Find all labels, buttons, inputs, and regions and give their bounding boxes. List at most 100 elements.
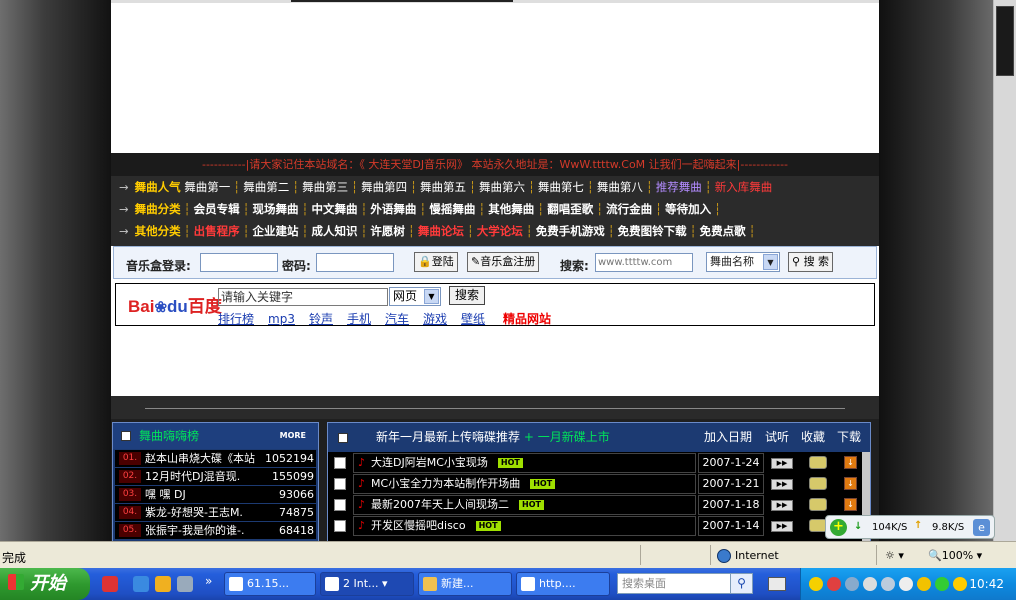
song-title[interactable]: 最新2007年天上人间现场二 <box>371 498 509 511</box>
nav-link[interactable]: 舞曲第三 <box>302 180 348 194</box>
nav-link[interactable]: 现场舞曲 <box>253 202 299 216</box>
zoom-level[interactable]: 🔍100% ▾ <box>928 549 982 562</box>
baidu-query-input[interactable]: 请输入关键字 <box>218 288 388 306</box>
scrollbar-thumb[interactable] <box>996 6 1014 76</box>
ie-icon[interactable]: e <box>973 519 990 536</box>
baidu-scope-select[interactable]: 网页 ▼ <box>389 287 441 306</box>
nav-link-new[interactable]: 新入库舞曲 <box>715 180 773 194</box>
song-title[interactable]: 12月时代DJ混音现. <box>145 468 257 485</box>
song-title[interactable]: 紫龙-好想哭-王志M. <box>145 504 257 521</box>
download-icon[interactable]: ↓ <box>844 477 857 490</box>
qq-icon[interactable] <box>809 577 823 591</box>
row-checkbox[interactable] <box>334 457 346 469</box>
nav-link[interactable]: 流行金曲 <box>606 202 652 216</box>
baidu-link[interactable]: 汽车 <box>385 312 409 326</box>
browser-scrollbar[interactable] <box>993 0 1016 541</box>
volume-icon[interactable] <box>881 577 895 591</box>
row-checkbox[interactable] <box>334 520 346 532</box>
nav-link-recommended[interactable]: 推荐舞曲 <box>656 180 702 194</box>
tray-app-icon[interactable] <box>953 577 967 591</box>
quicklaunch-desktop-icon[interactable] <box>177 576 193 592</box>
listen-icon[interactable]: ▶▶ <box>771 500 793 511</box>
favorite-icon[interactable] <box>809 477 827 490</box>
nav-link[interactable]: 大学论坛 <box>477 224 523 238</box>
baidu-link[interactable]: 壁纸 <box>461 312 485 326</box>
password-input[interactable] <box>316 253 394 272</box>
tray-app-icon[interactable] <box>863 577 877 591</box>
plus-icon[interactable]: + <box>830 519 847 536</box>
download-icon[interactable]: ↓ <box>844 456 857 469</box>
tray-app-icon[interactable] <box>899 577 913 591</box>
nav-link[interactable]: 舞曲第五 <box>420 180 466 194</box>
more-link[interactable]: MORE <box>280 423 306 449</box>
song-cell[interactable]: ♪ MC小宝全力为本站制作开场曲 HOT <box>353 474 696 494</box>
task-button-1[interactable]: 61.15... <box>224 572 316 596</box>
quicklaunch-ie-icon[interactable] <box>133 576 149 592</box>
nav-link[interactable]: 翻唱歪歌 <box>547 202 593 216</box>
nav-link[interactable]: 许愿树 <box>370 224 405 238</box>
listen-icon[interactable]: ▶▶ <box>771 458 793 469</box>
baidu-link-featured[interactable]: 精品网站 <box>503 312 551 326</box>
nav-link[interactable]: 舞曲论坛 <box>418 224 464 238</box>
song-cell[interactable]: ♪ 大连DJ阿岩MC小宝现场 HOT <box>353 453 696 473</box>
keyboard-icon[interactable] <box>768 577 786 591</box>
nav-link[interactable]: 其他舞曲 <box>488 202 534 216</box>
song-cell[interactable]: ♪ 开发区慢摇吧disco HOT <box>353 516 696 536</box>
nav-link[interactable]: 中文舞曲 <box>311 202 357 216</box>
nav-link[interactable]: 等待加入 <box>665 202 711 216</box>
list-item[interactable]: 04. 紫龙-好想哭-王志M. 74875 <box>115 504 316 521</box>
nav-link[interactable]: 免费图铃下载 <box>618 224 687 238</box>
start-button[interactable]: 开始 <box>0 568 90 600</box>
song-search-input[interactable] <box>595 253 693 272</box>
nav-link[interactable]: 成人知识 <box>311 224 357 238</box>
nav-category-other[interactable]: 其他分类 <box>135 224 181 238</box>
nav-link[interactable]: 舞曲第二 <box>243 180 289 194</box>
nav-link[interactable]: 舞曲第一 <box>184 180 230 194</box>
baidu-link[interactable]: 铃声 <box>309 312 333 326</box>
nav-category-popular[interactable]: 舞曲人气 <box>135 180 181 194</box>
listen-icon[interactable]: ▶▶ <box>771 521 793 532</box>
song-title[interactable]: MC小宝全力为本站制作开场曲 <box>371 477 520 490</box>
list-item[interactable]: 05. 张振宇-我是你的谁-. 68418 <box>115 522 316 539</box>
song-cell[interactable]: ♪ 最新2007年天上人间现场二 HOT <box>353 495 696 515</box>
username-input[interactable] <box>200 253 278 272</box>
nav-link[interactable]: 免费手机游戏 <box>536 224 605 238</box>
protected-mode-icon[interactable]: ☼ ▾ <box>885 549 904 562</box>
song-title[interactable]: 大连DJ阿岩MC小宝现场 <box>371 456 488 469</box>
song-title[interactable]: 赵本山串烧大碟《本站 <box>145 450 257 467</box>
song-title[interactable]: 嘿 嘿 DJ <box>145 486 257 503</box>
list-item[interactable]: 02. 12月时代DJ混音现. 155099 <box>115 468 316 485</box>
tray-app-icon[interactable] <box>935 577 949 591</box>
nav-link[interactable]: 慢摇舞曲 <box>429 202 475 216</box>
nav-link[interactable]: 会员专辑 <box>194 202 240 216</box>
network-icon[interactable] <box>845 577 859 591</box>
song-search-button[interactable]: ⚲ 搜 索 <box>788 252 834 272</box>
nav-link[interactable]: 舞曲第七 <box>538 180 584 194</box>
login-button[interactable]: 🔒登陆 <box>414 252 458 272</box>
baidu-search-button[interactable]: 搜索 <box>449 286 486 305</box>
row-checkbox[interactable] <box>334 478 346 490</box>
list-item[interactable]: 01. 赵本山串烧大碟《本站 1052194 <box>115 450 316 467</box>
nav-category-genres[interactable]: 舞曲分类 <box>135 202 181 216</box>
search-field-select[interactable]: 舞曲名称 ▼ <box>706 252 780 272</box>
quicklaunch-more[interactable]: » <box>205 574 212 588</box>
song-title[interactable]: 开发区慢摇吧disco <box>371 519 466 532</box>
nav-link[interactable]: 舞曲第六 <box>479 180 525 194</box>
nav-link[interactable]: 出售程序 <box>194 224 240 238</box>
nav-link[interactable]: 企业建站 <box>253 224 299 238</box>
nav-link[interactable]: 舞曲第八 <box>597 180 643 194</box>
row-checkbox[interactable] <box>334 499 346 511</box>
shield-icon[interactable] <box>917 577 931 591</box>
song-title[interactable]: 张振宇-我是你的谁-. <box>145 522 257 539</box>
favorite-icon[interactable] <box>809 456 827 469</box>
register-button[interactable]: ✎音乐盒注册 <box>467 252 540 272</box>
desktop-search-input[interactable]: 搜索桌面 ⚲ <box>617 573 753 594</box>
task-button-2[interactable]: 2 Int... ▾ <box>320 572 414 596</box>
baidu-link[interactable]: 排行榜 <box>218 312 254 326</box>
nav-link[interactable]: 舞曲第四 <box>361 180 407 194</box>
favorite-icon[interactable] <box>809 498 827 511</box>
quicklaunch-media-icon[interactable] <box>155 576 171 592</box>
baidu-link[interactable]: mp3 <box>268 312 295 326</box>
baidu-link[interactable]: 游戏 <box>423 312 447 326</box>
search-icon[interactable]: ⚲ <box>730 573 753 594</box>
